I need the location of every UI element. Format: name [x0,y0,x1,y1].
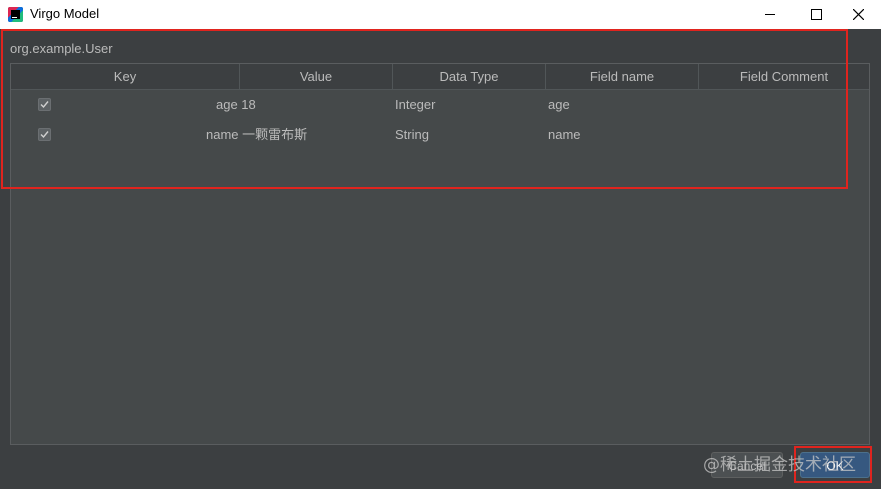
check-icon [40,131,49,139]
maximize-button[interactable] [793,0,839,29]
row-checkbox[interactable] [38,128,51,141]
window-title: Virgo Model [30,6,100,21]
title-bar: Virgo Model [0,0,881,29]
value-cell[interactable]: name 一颗雷布斯 [206,120,307,150]
field-name-cell[interactable]: age [548,90,570,120]
fields-table: Key Value Data Type Field name Field Com… [10,63,870,445]
row-checkbox[interactable] [38,98,51,111]
check-icon [40,101,49,109]
field-name-cell[interactable]: name [548,120,581,150]
table-row[interactable]: age 18 Integer age [11,90,869,120]
app-icon [8,7,23,22]
close-icon [853,9,864,20]
table-row[interactable]: name 一颗雷布斯 String name [11,120,869,150]
column-header-data-type[interactable]: Data Type [393,64,546,89]
close-button[interactable] [835,0,881,29]
cancel-button[interactable]: Cancel [711,452,783,478]
data-type-cell[interactable]: String [395,120,429,150]
column-header-key[interactable]: Key [11,64,240,89]
column-header-value[interactable]: Value [240,64,393,89]
table-header: Key Value Data Type Field name Field Com… [11,64,869,90]
ok-button[interactable]: OK [800,452,870,478]
column-header-field-name[interactable]: Field name [546,64,699,89]
class-name-label: org.example.User [10,41,113,56]
minimize-button[interactable] [747,0,793,29]
column-header-field-comment[interactable]: Field Comment [699,64,869,89]
value-cell[interactable]: age 18 [216,90,256,120]
data-type-cell[interactable]: Integer [395,90,435,120]
